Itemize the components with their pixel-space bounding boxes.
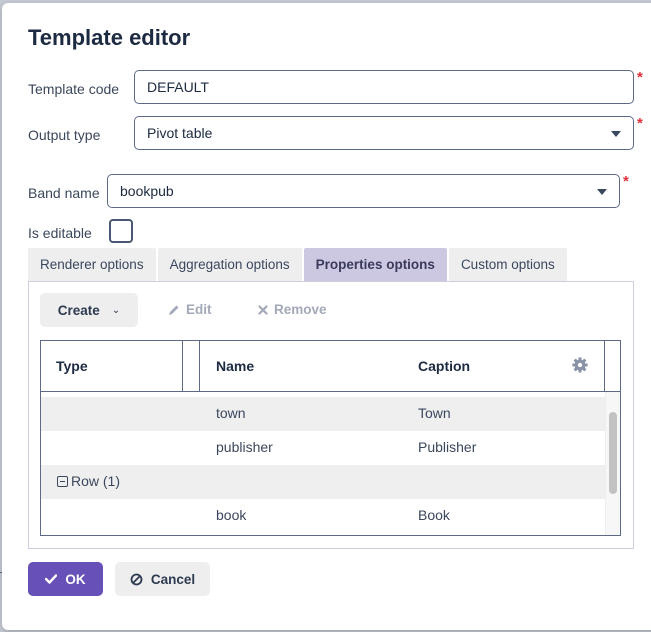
table-row[interactable]: town Town <box>41 397 605 431</box>
group-row[interactable]: Row (1) <box>41 465 605 499</box>
options-tabs: Renderer options Aggregation options Pro… <box>28 248 567 281</box>
cell-name: town <box>216 405 246 421</box>
column-divider <box>199 341 200 392</box>
cancel-button-label: Cancel <box>150 571 196 587</box>
output-type-label: Output type <box>28 127 101 143</box>
tab-renderer-options[interactable]: Renderer options <box>28 248 156 281</box>
gear-icon[interactable] <box>571 356 589 374</box>
ok-button[interactable]: OK <box>28 562 103 596</box>
column-header-name[interactable]: Name <box>216 358 254 374</box>
cell-caption: Publisher <box>418 439 477 455</box>
column-divider <box>604 341 605 392</box>
scrollbar-thumb[interactable] <box>609 412 617 494</box>
template-editor-dialog: Template editor Template code DEFAULT * … <box>2 3 651 630</box>
dropdown-arrow-icon <box>597 189 607 195</box>
required-indicator: * <box>637 69 643 86</box>
cell-name: publisher <box>216 439 273 455</box>
ban-icon <box>130 573 143 585</box>
remove-button-label: Remove <box>274 302 327 317</box>
is-editable-label: Is editable <box>28 225 92 241</box>
create-button[interactable]: Create ⌄ <box>40 293 138 327</box>
remove-button[interactable]: Remove <box>258 302 327 317</box>
template-code-label: Template code <box>28 81 120 97</box>
collapse-icon[interactable] <box>57 476 68 487</box>
tab-aggregation-options[interactable]: Aggregation options <box>157 248 302 281</box>
column-header-type[interactable]: Type <box>56 358 88 374</box>
tab-custom-options[interactable]: Custom options <box>448 248 567 281</box>
band-name-label: Band name <box>28 185 100 201</box>
properties-options-panel: Create ⌄ Edit Remove Type Name Caption t… <box>28 281 634 549</box>
dialog-title: Template editor <box>28 25 191 50</box>
column-header-caption[interactable]: Caption <box>418 358 470 374</box>
is-editable-checkbox[interactable] <box>109 219 133 243</box>
required-indicator: * <box>637 115 643 132</box>
template-code-input[interactable]: DEFAULT <box>134 70 634 104</box>
column-divider <box>182 341 183 392</box>
cell-caption: Town <box>418 405 451 421</box>
tab-properties-options[interactable]: Properties options <box>303 248 447 281</box>
grid-body: town Town publisher Publisher Row (1) bo… <box>41 397 605 533</box>
dropdown-arrow-icon <box>611 131 621 137</box>
cell-name: book <box>216 507 247 523</box>
required-indicator: * <box>623 173 629 190</box>
chevron-down-icon: ⌄ <box>111 304 121 316</box>
group-type-text: Row (1) <box>71 473 121 489</box>
output-type-value: Pivot table <box>147 125 213 141</box>
table-row[interactable]: publisher Publisher <box>41 431 605 465</box>
close-icon <box>258 304 268 315</box>
edit-button-label: Edit <box>186 302 212 317</box>
output-type-select[interactable]: Pivot table <box>134 116 634 150</box>
checkmark-icon <box>45 574 58 584</box>
vertical-scrollbar[interactable] <box>605 392 620 535</box>
ok-button-label: OK <box>65 571 86 587</box>
band-name-value: bookpub <box>120 183 174 199</box>
cell-caption: Book <box>418 507 450 523</box>
create-button-label: Create <box>57 302 100 318</box>
edit-button[interactable]: Edit <box>168 302 212 317</box>
grid-header: Type Name Caption <box>41 341 620 392</box>
band-name-select[interactable]: bookpub <box>107 174 620 208</box>
pencil-icon <box>169 305 179 315</box>
group-label: Row (1) <box>57 473 120 489</box>
table-row[interactable]: book Book <box>41 499 605 533</box>
template-code-value: DEFAULT <box>147 79 209 95</box>
properties-grid: Type Name Caption town Town publisher Pu… <box>40 340 621 536</box>
cancel-button[interactable]: Cancel <box>115 562 210 596</box>
